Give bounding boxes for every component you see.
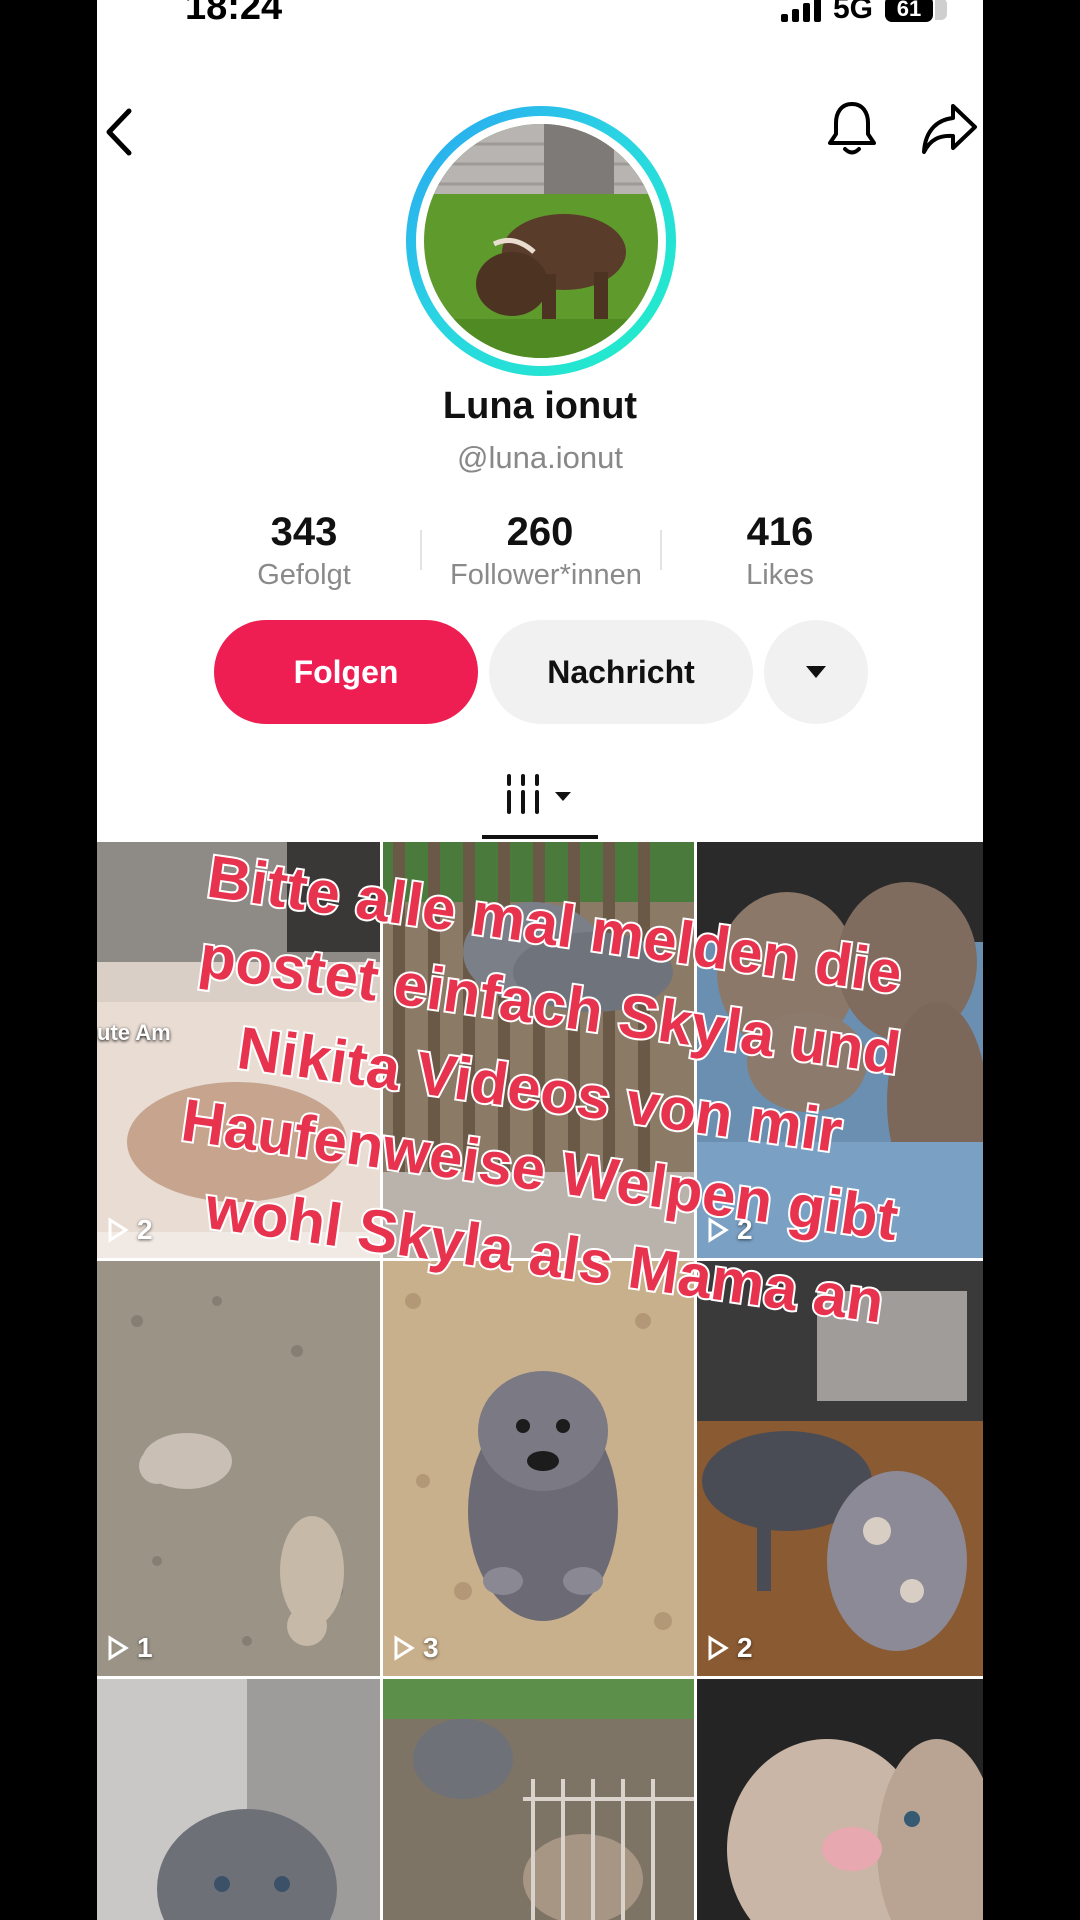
play-icon [108,1217,129,1243]
back-arrow-icon[interactable] [99,105,143,159]
video-thumbnail[interactable]: 3 [383,1261,694,1676]
stat-followers[interactable]: 260 Follower*innen [450,510,642,592]
video-thumbnail[interactable]: ute Am 2 [97,842,380,1258]
suggested-accounts-button[interactable] [764,620,868,724]
profile-screen: 18:24 5G 61 Luna ionut @luna.ionut 343 G… [97,0,983,1920]
view-count: 1 [107,1632,153,1664]
stat-likes-value: 416 [746,510,814,554]
stat-likes[interactable]: 416 Likes [690,510,870,592]
stat-following[interactable]: 343 Gefolgt [214,510,394,592]
bell-icon[interactable] [825,98,879,158]
view-count-value: 2 [737,1632,753,1663]
stat-followers-label: Follower*innen [450,559,642,591]
profile-name: Luna ionut [442,385,638,427]
video-thumbnail[interactable] [383,1679,694,1920]
view-count-value: 1 [137,1632,153,1663]
view-count: 2 [107,1214,153,1246]
video-thumbnail[interactable] [697,1679,983,1920]
view-count: 2 [707,1632,753,1664]
video-thumbnail[interactable]: 2 [697,842,983,1258]
caret-down-icon [806,666,826,678]
play-icon [394,1635,415,1661]
follow-button[interactable]: Folgen [214,620,478,724]
stat-likes-label: Likes [746,559,814,591]
network-type: 5G [832,0,873,25]
active-tab-indicator [482,835,598,839]
view-count: 3 [393,1632,439,1664]
video-thumbnail[interactable] [383,842,694,1258]
avatar-ring[interactable] [406,106,676,376]
video-thumbnail[interactable]: 2 [697,1261,983,1676]
video-caption: ute Am [97,1020,171,1045]
status-time: 18:24 [185,0,283,28]
play-icon [708,1635,729,1661]
share-icon[interactable] [919,100,979,158]
status-icons: 5G 61 [780,0,947,26]
video-thumbnail[interactable] [97,1679,380,1920]
play-icon [108,1635,129,1661]
videos-grid-tab-icon[interactable] [505,772,575,816]
stat-followers-value: 260 [506,510,574,554]
video-thumbnail[interactable]: 1 [97,1261,380,1676]
view-count: 2 [707,1214,753,1246]
avatar[interactable] [424,124,658,358]
play-icon [708,1217,729,1243]
stat-following-value: 343 [270,510,338,554]
signal-icon [780,0,821,22]
content-tabs [97,770,983,844]
view-count-value: 3 [423,1632,439,1663]
profile-handle: @luna.ionut [457,440,623,475]
view-count-value: 2 [737,1214,753,1245]
battery-icon: 61 [885,0,947,22]
message-button[interactable]: Nachricht [489,620,753,724]
battery-level: 61 [896,0,922,21]
view-count-value: 2 [137,1214,153,1245]
stat-divider [660,530,662,570]
stat-divider [420,530,422,570]
stat-following-label: Gefolgt [257,559,351,591]
